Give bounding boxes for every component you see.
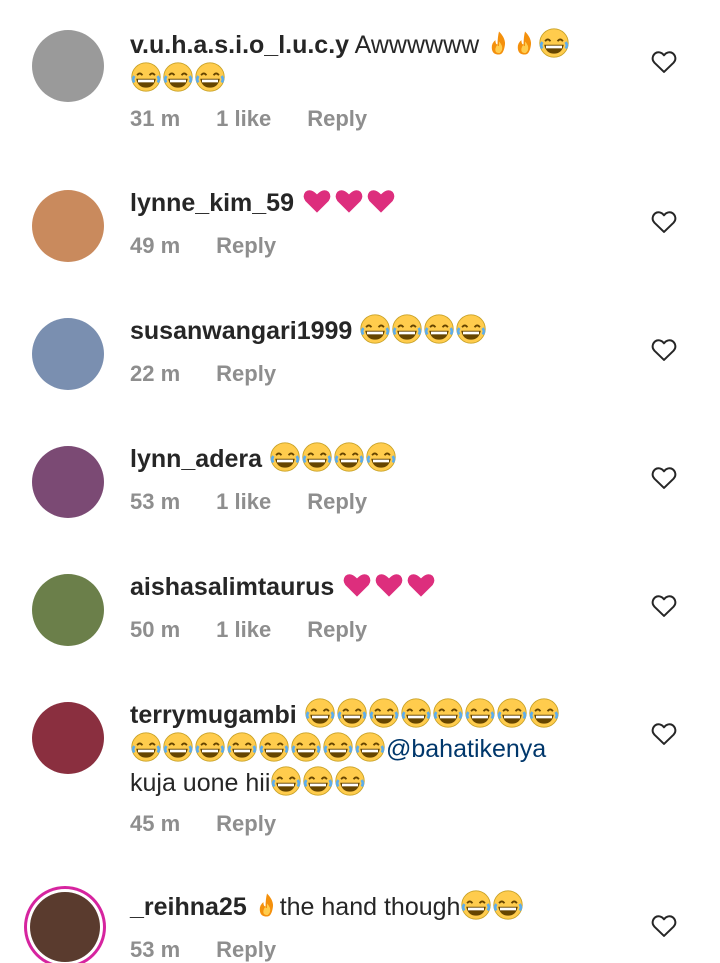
face-with-tears-of-joy-icon: [162, 61, 194, 93]
timestamp: 22 m: [130, 361, 181, 386]
face-with-tears-of-joy-icon: [334, 765, 366, 797]
face-with-tears-of-joy-icon: [464, 697, 496, 729]
heart-outline-icon[interactable]: [650, 592, 678, 620]
comment-meta: 50 m 1 like Reply: [130, 617, 403, 643]
reply-button[interactable]: Reply: [216, 811, 276, 836]
face-with-tears-of-joy-icon: [336, 697, 368, 729]
heart-icon: [301, 186, 333, 216]
comment-text: lynne_kim_59: [130, 186, 610, 220]
comment-text: _reihna25 the hand though: [130, 890, 610, 924]
username[interactable]: terrymugambi: [130, 701, 297, 729]
comment-meta: 45 m Reply: [130, 811, 312, 837]
face-with-tears-of-joy-icon: [496, 697, 528, 729]
heart-outline-icon[interactable]: [650, 720, 678, 748]
reply-button[interactable]: Reply: [216, 233, 276, 258]
face-with-tears-of-joy-icon: [455, 313, 487, 345]
reply-button[interactable]: Reply: [307, 106, 367, 131]
comment-text: susanwangari1999: [130, 314, 610, 348]
comment-body: Awwwwww: [354, 31, 480, 59]
face-with-tears-of-joy-icon: [302, 765, 334, 797]
face-with-tears-of-joy-icon: [333, 441, 365, 473]
face-with-tears-of-joy-icon: [258, 731, 290, 763]
heart-outline-icon[interactable]: [650, 464, 678, 492]
reply-button[interactable]: Reply: [216, 937, 276, 962]
avatar[interactable]: [32, 190, 104, 262]
fire-icon: [512, 30, 538, 56]
face-with-tears-of-joy-icon: [301, 441, 333, 473]
face-with-tears-of-joy-icon: [270, 765, 302, 797]
timestamp: 45 m: [130, 811, 181, 836]
face-with-tears-of-joy-icon: [368, 697, 400, 729]
username[interactable]: susanwangari1999: [130, 317, 352, 345]
avatar[interactable]: [32, 702, 104, 774]
comment-meta: 53 m 1 like Reply: [130, 489, 403, 515]
timestamp: 53 m: [130, 489, 181, 514]
like-count[interactable]: 1 like: [216, 617, 271, 642]
username[interactable]: _reihna25: [130, 893, 247, 921]
face-with-tears-of-joy-icon: [354, 731, 386, 763]
heart-icon: [365, 186, 397, 216]
username[interactable]: lynn_adera: [130, 445, 262, 473]
heart-outline-icon[interactable]: [650, 912, 678, 940]
username[interactable]: lynne_kim_59: [130, 189, 294, 217]
username[interactable]: v.u.h.a.s.i.o_l.u.c.y: [130, 31, 349, 59]
heart-outline-icon[interactable]: [650, 336, 678, 364]
heart-outline-icon[interactable]: [650, 48, 678, 76]
comment-body: kuja uone hii: [130, 769, 271, 797]
face-with-tears-of-joy-icon: [492, 889, 524, 921]
avatar[interactable]: [32, 30, 104, 102]
face-with-tears-of-joy-icon: [528, 697, 560, 729]
face-with-tears-of-joy-icon: [162, 731, 194, 763]
face-with-tears-of-joy-icon: [290, 731, 322, 763]
face-with-tears-of-joy-icon: [194, 731, 226, 763]
comment-meta: 22 m Reply: [130, 361, 312, 387]
face-with-tears-of-joy-icon: [391, 313, 423, 345]
face-with-tears-of-joy-icon: [269, 441, 301, 473]
comment-meta: 49 m Reply: [130, 233, 312, 259]
timestamp: 50 m: [130, 617, 181, 642]
timestamp: 53 m: [130, 937, 181, 962]
reply-button[interactable]: Reply: [307, 617, 367, 642]
face-with-tears-of-joy-icon: [400, 697, 432, 729]
reply-button[interactable]: Reply: [307, 489, 367, 514]
heart-icon: [373, 570, 405, 600]
heart-outline-icon[interactable]: [650, 208, 678, 236]
face-with-tears-of-joy-icon: [423, 313, 455, 345]
face-with-tears-of-joy-icon: [432, 697, 464, 729]
comment-text: v.u.h.a.s.i.o_l.u.c.y Awwwwww: [130, 28, 610, 96]
comment-meta: 53 m Reply: [130, 937, 312, 963]
face-with-tears-of-joy-icon: [538, 27, 570, 59]
mention-link[interactable]: @bahatikenya: [386, 735, 546, 763]
comment-body: the hand though: [279, 893, 461, 921]
avatar[interactable]: [32, 574, 104, 646]
face-with-tears-of-joy-icon: [359, 313, 391, 345]
face-with-tears-of-joy-icon: [365, 441, 397, 473]
timestamp: 49 m: [130, 233, 181, 258]
face-with-tears-of-joy-icon: [226, 731, 258, 763]
like-count[interactable]: 1 like: [216, 106, 271, 131]
comment-text: aishasalimtaurus: [130, 570, 610, 604]
avatar[interactable]: [32, 446, 104, 518]
face-with-tears-of-joy-icon: [194, 61, 226, 93]
fire-icon: [254, 892, 280, 918]
heart-icon: [333, 186, 365, 216]
heart-icon: [341, 570, 373, 600]
face-with-tears-of-joy-icon: [130, 61, 162, 93]
face-with-tears-of-joy-icon: [304, 697, 336, 729]
face-with-tears-of-joy-icon: [460, 889, 492, 921]
reply-button[interactable]: Reply: [216, 361, 276, 386]
comment-text: terrymugambi @bahatikenya kuja uone hii: [130, 698, 610, 800]
heart-icon: [405, 570, 437, 600]
comment-meta: 31 m 1 like Reply: [130, 106, 403, 132]
face-with-tears-of-joy-icon: [130, 731, 162, 763]
face-with-tears-of-joy-icon: [322, 731, 354, 763]
like-count[interactable]: 1 like: [216, 489, 271, 514]
avatar[interactable]: [32, 318, 104, 390]
username[interactable]: aishasalimtaurus: [130, 573, 334, 601]
comment-text: lynn_adera: [130, 442, 610, 476]
timestamp: 31 m: [130, 106, 181, 131]
fire-icon: [486, 30, 512, 56]
avatar[interactable]: [30, 892, 100, 962]
